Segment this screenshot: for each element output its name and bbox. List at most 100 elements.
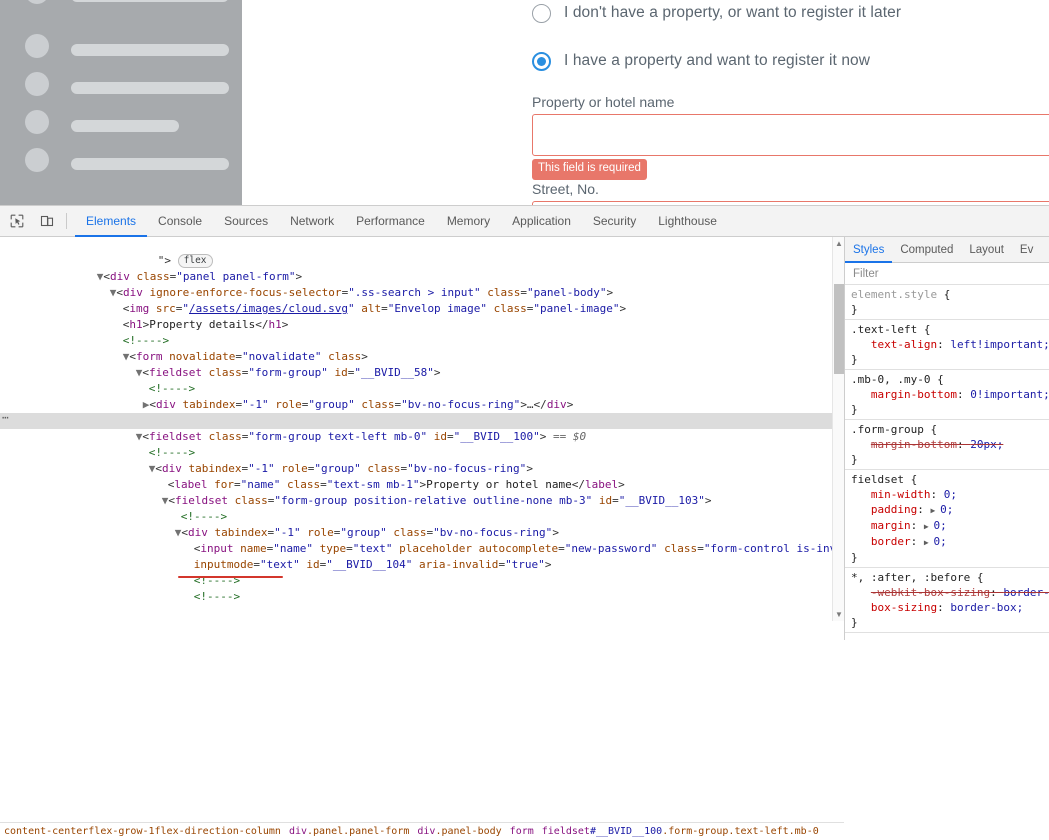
property-name-input[interactable] xyxy=(532,114,1049,156)
radio-icon-checked[interactable] xyxy=(532,51,551,71)
dom-line[interactable]: ▼<div class="panel panel-form"> xyxy=(0,253,844,283)
dom-line[interactable]: </fieldset> xyxy=(0,397,844,427)
devtools-panel: Elements Console Sources Network Performance… xyxy=(0,205,1049,840)
dom-line[interactable]: ▼<fieldset class="form-group" id="__BVID… xyxy=(0,349,844,379)
css-declaration[interactable]: margin-bottom: 0!important; xyxy=(851,387,1049,402)
inspect-element-icon[interactable] xyxy=(4,208,30,234)
annotation-underline xyxy=(178,576,283,578)
breadcrumb-item[interactable]: div.panel.panel-form xyxy=(289,826,409,837)
radio-option-no-property[interactable]: I don't have a property, or want to regi… xyxy=(532,0,1049,29)
css-selector[interactable]: *, :after, :before { xyxy=(851,570,1049,585)
tab-lighthouse[interactable]: Lighthouse xyxy=(647,206,728,237)
styles-rule-list: element.style {} .text-left { text-align:… xyxy=(845,285,1049,633)
dom-line[interactable]: ▼<div ignore-enforce-focus-selector=".ss… xyxy=(0,269,844,299)
css-rule[interactable]: fieldset { min-width: 0; padding: ▶ 0; m… xyxy=(845,470,1049,568)
street-label: Street, No. xyxy=(532,180,599,197)
dom-line[interactable]: <!----> xyxy=(0,573,844,603)
property-name-error-wrap: This field is required xyxy=(532,156,1049,180)
skeleton-bar xyxy=(71,82,229,94)
web-page-viewport: I don't have a property, or want to regi… xyxy=(0,0,1049,205)
css-declaration[interactable]: border: ▶ 0; xyxy=(851,534,1049,550)
tab-console[interactable]: Console xyxy=(147,206,213,237)
skeleton-bar xyxy=(71,44,229,56)
tab-sources[interactable]: Sources xyxy=(213,206,279,237)
dom-line[interactable]: <!----> xyxy=(0,365,844,395)
skeleton-row xyxy=(0,72,242,96)
dom-tree-pane[interactable]: "> flex ▼<div class="panel panel-form"> … xyxy=(0,237,844,621)
radio-icon-unchecked[interactable] xyxy=(532,3,551,23)
css-rule-close-brace: } xyxy=(851,353,858,366)
breadcrumb-item[interactable]: form xyxy=(510,826,534,837)
skeleton-avatar xyxy=(25,34,49,58)
radio-option-have-property[interactable]: I have a property and want to register i… xyxy=(532,45,1049,77)
skeleton-row xyxy=(0,148,242,172)
skeleton-bar xyxy=(71,158,229,170)
css-selector[interactable]: .form-group { xyxy=(851,422,1049,437)
css-rule-close-brace: } xyxy=(851,551,858,564)
css-rule[interactable]: .text-left { text-align: left!important;… xyxy=(845,320,1049,370)
tab-performance[interactable]: Performance xyxy=(345,206,436,237)
device-toolbar-icon[interactable] xyxy=(34,208,60,234)
css-declaration[interactable]: margin: ▶ 0; xyxy=(851,518,1049,534)
breadcrumb-item[interactable]: div.panel-body xyxy=(417,826,501,837)
dom-line[interactable]: ▼<div tabindex="-1" role="group" class="… xyxy=(0,445,844,475)
dom-line[interactable]: ▼<form novalidate="novalidate" class> xyxy=(0,333,844,363)
scrollbar-thumb[interactable] xyxy=(834,284,844,374)
dom-line[interactable]: <!----> xyxy=(0,429,844,459)
css-declaration[interactable]: padding: ▶ 0; xyxy=(851,502,1049,518)
styles-filter-input[interactable]: Filter xyxy=(845,263,1049,285)
dom-tree-scrollbar[interactable]: ▲ ▼ xyxy=(832,237,844,621)
dom-line[interactable]: ▼<fieldset class="form-group position-re… xyxy=(0,477,844,507)
css-rule[interactable]: .form-group { margin-bottom: 20px;} xyxy=(845,420,1049,470)
skeleton-avatar xyxy=(25,0,49,4)
tab-memory[interactable]: Memory xyxy=(436,206,501,237)
tab-elements[interactable]: Elements xyxy=(75,206,147,237)
css-declaration[interactable]: margin-bottom: 20px; xyxy=(851,437,1049,452)
dom-line[interactable]: "> flex xyxy=(0,237,844,268)
dom-line[interactable]: <h1>Property details</h1> xyxy=(0,301,844,331)
skeleton-sidebar xyxy=(0,0,242,205)
toolbar-divider xyxy=(66,213,67,229)
css-rule[interactable]: element.style {} xyxy=(845,285,1049,320)
property-name-label: Property or hotel name xyxy=(532,94,675,110)
css-selector[interactable]: .mb-0, .my-0 { xyxy=(851,372,1049,387)
skeleton-avatar xyxy=(25,72,49,96)
breadcrumb-item[interactable]: fieldset#__BVID__100.form-group.text-lef… xyxy=(542,826,819,837)
css-selector[interactable]: fieldset { xyxy=(851,472,1049,487)
breadcrumb-item[interactable]: content-centerflex-grow-1flex-direction-… xyxy=(4,826,281,837)
radio-label-no-property: I don't have a property, or want to regi… xyxy=(564,4,902,21)
dom-line[interactable]: <!----> xyxy=(0,557,844,587)
tab-security[interactable]: Security xyxy=(582,206,647,237)
css-declaration[interactable]: box-sizing: border-box; xyxy=(851,600,1049,615)
skeleton-row xyxy=(0,110,242,134)
styles-tab-styles[interactable]: Styles xyxy=(845,237,892,263)
css-rule[interactable]: .mb-0, .my-0 { margin-bottom: 0!importan… xyxy=(845,370,1049,420)
css-selector[interactable]: .text-left { xyxy=(851,322,1049,337)
dom-line[interactable]: <!----> xyxy=(0,317,844,347)
css-rule-close-brace: } xyxy=(851,453,858,466)
styles-tab-ev[interactable]: Ev xyxy=(1012,237,1041,263)
css-rule[interactable]: *, :after, :before { -webkit-box-sizing:… xyxy=(845,568,1049,633)
css-selector[interactable]: element.style { xyxy=(851,287,1049,302)
dom-line[interactable]: <input name="name" type="text" placehold… xyxy=(0,525,844,555)
styles-tab-computed[interactable]: Computed xyxy=(892,237,961,263)
css-declaration[interactable]: text-align: left!important; xyxy=(851,337,1049,352)
css-declaration[interactable]: min-width: 0; xyxy=(851,487,1049,502)
styles-tab-layout[interactable]: Layout xyxy=(961,237,1012,263)
dom-line[interactable]: ▶<div tabindex="-1" role="group" class="… xyxy=(0,381,844,411)
dom-line[interactable]: inputmode="text" id="__BVID__104" aria-i… xyxy=(0,541,844,571)
tab-application[interactable]: Application xyxy=(501,206,582,237)
dom-line[interactable]: <!----> xyxy=(0,493,844,523)
tab-network[interactable]: Network xyxy=(279,206,345,237)
styles-tab-strip: Styles Computed Layout Ev xyxy=(845,237,1049,263)
dom-line[interactable]: ▼<div tabindex="-1" role="group" class="… xyxy=(0,509,844,539)
more-options-icon[interactable]: ⋯ xyxy=(2,410,9,426)
css-declaration[interactable]: -webkit-box-sizing: border- xyxy=(851,585,1049,600)
dom-line[interactable]: <label for="name" class="text-sm mb-1">P… xyxy=(0,461,844,491)
breadcrumb[interactable]: content-centerflex-grow-1flex-direction-… xyxy=(0,822,844,840)
styles-pane: Styles Computed Layout Ev Filter element.st… xyxy=(844,237,1049,640)
skeleton-bar xyxy=(71,0,229,2)
dom-line[interactable]: <img src="/assets/images/cloud.svg" alt=… xyxy=(0,285,844,315)
devtools-tab-strip: Elements Console Sources Network Performance… xyxy=(75,206,728,237)
dom-line-selected[interactable]: ⋯ ▼<fieldset class="form-group text-left … xyxy=(0,410,844,443)
